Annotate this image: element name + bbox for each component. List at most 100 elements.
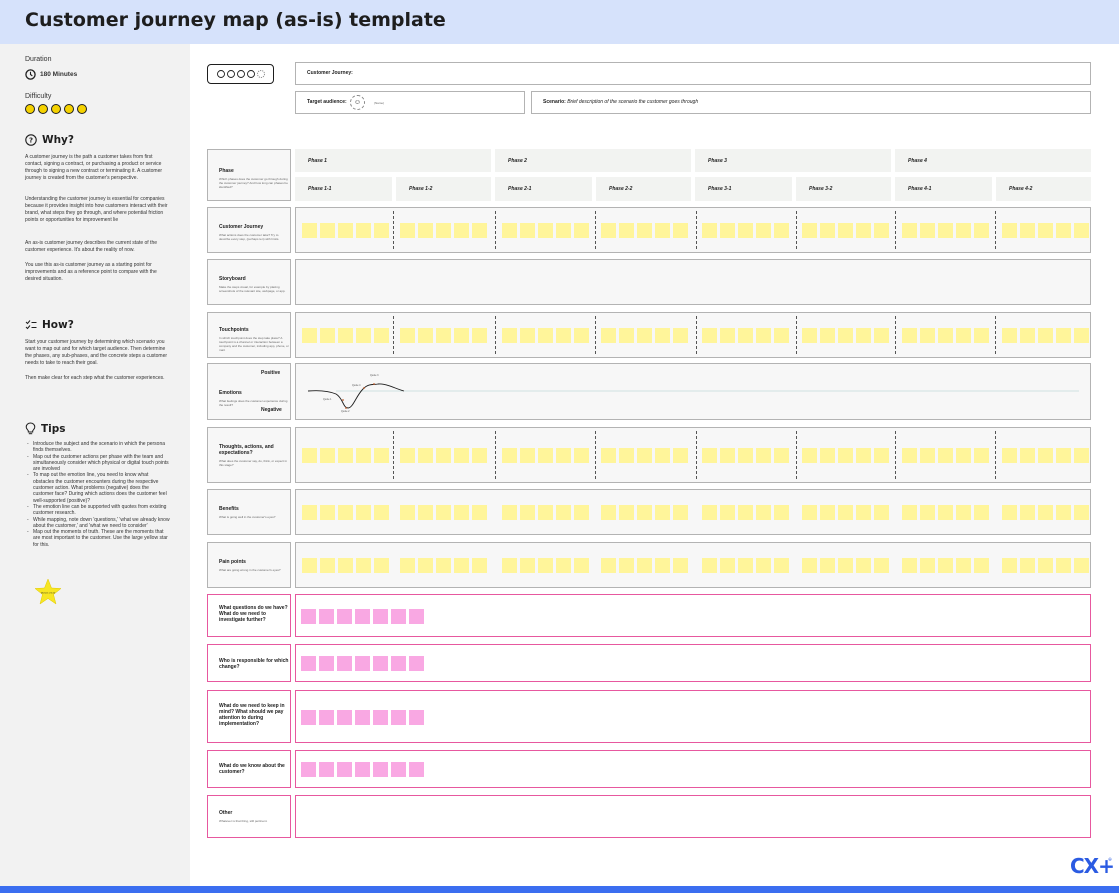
sticky-note[interactable] [619,223,634,238]
target-audience-box[interactable]: Target audience: ☺ (Name) [295,91,525,114]
sticky-note[interactable] [1020,223,1035,238]
lane-thoughts[interactable] [295,427,1091,483]
sticky-note[interactable] [673,328,688,343]
sticky-note[interactable] [1056,505,1071,520]
sticky-note[interactable] [920,448,935,463]
sticky-note[interactable] [556,448,571,463]
sticky-note[interactable] [902,505,917,520]
sticky-note[interactable] [436,223,451,238]
sticky-note-pink[interactable] [391,656,406,671]
sticky-note[interactable] [655,558,670,573]
sticky-note[interactable] [472,558,487,573]
sticky-note[interactable] [338,448,353,463]
sticky-note[interactable] [637,223,652,238]
sticky-note[interactable] [720,558,735,573]
sticky-note[interactable] [320,223,335,238]
sticky-note[interactable] [472,448,487,463]
sticky-note[interactable] [374,558,389,573]
sticky-note[interactable] [756,223,771,238]
sticky-note[interactable] [856,558,871,573]
sticky-note-pink[interactable] [409,710,424,725]
sticky-note[interactable] [1038,328,1053,343]
sticky-note[interactable] [320,448,335,463]
sticky-note[interactable] [655,505,670,520]
sticky-note[interactable] [1038,558,1053,573]
sticky-note[interactable] [374,505,389,520]
sticky-note[interactable] [820,328,835,343]
sticky-note[interactable] [400,328,415,343]
sticky-note[interactable] [1038,505,1053,520]
sticky-note-pink[interactable] [409,762,424,777]
sticky-note[interactable] [338,558,353,573]
sticky-note[interactable] [774,223,789,238]
sticky-note[interactable] [356,558,371,573]
sticky-note[interactable] [574,328,589,343]
scenario-box[interactable]: Scenario: Brief description of the scena… [531,91,1091,114]
sticky-note-pink[interactable] [301,710,316,725]
moment-of-truth-star[interactable]: Moment of truth [34,578,62,606]
sticky-note[interactable] [302,223,317,238]
sticky-note[interactable] [655,448,670,463]
sticky-note[interactable] [920,505,935,520]
sticky-note[interactable] [838,558,853,573]
sticky-note[interactable] [472,328,487,343]
sticky-note[interactable] [720,328,735,343]
sticky-note-pink[interactable] [391,762,406,777]
subphase-header[interactable]: Phase 2-2 [596,177,691,201]
lane-other[interactable] [295,795,1091,838]
sticky-note-pink[interactable] [355,656,370,671]
sticky-note[interactable] [874,505,889,520]
sticky-note[interactable] [374,328,389,343]
sticky-note[interactable] [655,223,670,238]
sticky-note[interactable] [502,328,517,343]
phase-header[interactable]: Phase 1 [295,149,491,172]
sticky-note[interactable] [556,223,571,238]
sticky-note[interactable] [738,558,753,573]
sticky-note[interactable] [556,505,571,520]
sticky-note[interactable] [838,223,853,238]
sticky-note[interactable] [637,328,652,343]
sticky-note[interactable] [1074,505,1089,520]
sticky-note[interactable] [637,448,652,463]
sticky-note-pink[interactable] [301,609,316,624]
sticky-note[interactable] [902,328,917,343]
sticky-note[interactable] [454,223,469,238]
sticky-note[interactable] [601,505,616,520]
sticky-note[interactable] [802,558,817,573]
sticky-note[interactable] [720,448,735,463]
sticky-note[interactable] [619,448,634,463]
sticky-note[interactable] [338,223,353,238]
sticky-note[interactable] [920,328,935,343]
sticky-note[interactable] [738,505,753,520]
sticky-note[interactable] [436,558,451,573]
sticky-note[interactable] [956,505,971,520]
sticky-note[interactable] [1038,223,1053,238]
sticky-note[interactable] [302,328,317,343]
lane-keep-in-mind[interactable] [295,690,1091,743]
sticky-note[interactable] [418,448,433,463]
sticky-note[interactable] [574,223,589,238]
sticky-note[interactable] [802,448,817,463]
sticky-note[interactable] [1038,448,1053,463]
sticky-note[interactable] [756,505,771,520]
sticky-note[interactable] [436,448,451,463]
sticky-note-pink[interactable] [337,656,352,671]
sticky-note[interactable] [673,223,688,238]
sticky-note[interactable] [756,558,771,573]
sticky-note[interactable] [556,328,571,343]
subphase-header[interactable]: Phase 4-2 [996,177,1091,201]
sticky-note[interactable] [874,223,889,238]
sticky-note[interactable] [400,223,415,238]
sticky-note[interactable] [302,505,317,520]
sticky-note[interactable] [956,558,971,573]
sticky-note[interactable] [874,558,889,573]
sticky-note-pink[interactable] [319,762,334,777]
sticky-note[interactable] [974,328,989,343]
lane-customer-journey[interactable] [295,207,1091,253]
sticky-note[interactable] [574,505,589,520]
sticky-note[interactable] [1020,328,1035,343]
sticky-note[interactable] [436,505,451,520]
sticky-note[interactable] [619,505,634,520]
sticky-note[interactable] [472,223,487,238]
sticky-note[interactable] [1056,558,1071,573]
